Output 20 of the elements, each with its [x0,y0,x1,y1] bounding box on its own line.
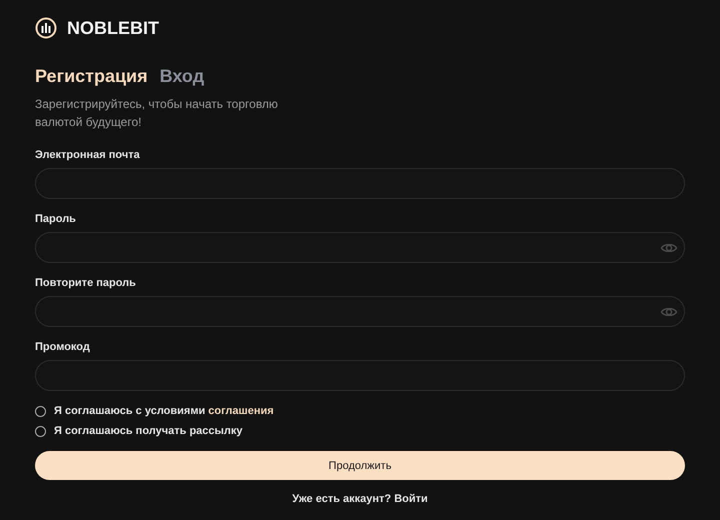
input-field[interactable] [35,360,685,391]
checkbox[interactable] [35,406,46,416]
subtitle: Зарегистрируйтесь, чтобы начать торговлю валютой будущего! [35,96,279,131]
checkbox-label: Я соглашаюсь с условиями соглашения [54,405,274,417]
brand-name: NOBLEBIT [67,18,159,38]
tab[interactable]: Вход [160,66,204,87]
input-field[interactable] [35,232,685,263]
checkbox[interactable] [35,426,46,436]
field-label: Промокод [35,341,90,353]
agreement-link[interactable]: соглашения [208,405,274,417]
field-label: Повторите пароль [35,277,136,289]
field-label: Электронная почта [35,149,140,161]
logo-icon [35,17,57,39]
field-label: Пароль [35,213,76,225]
login-prompt[interactable]: Уже есть аккаунт? Войти [292,493,428,505]
input-field[interactable] [35,296,685,327]
input-field[interactable] [35,168,685,199]
tab[interactable]: Регистрация [35,66,148,87]
checkbox-label: Я соглашаюсь получать рассылку [54,425,243,437]
continue-button[interactable]: Продолжить [35,451,685,480]
